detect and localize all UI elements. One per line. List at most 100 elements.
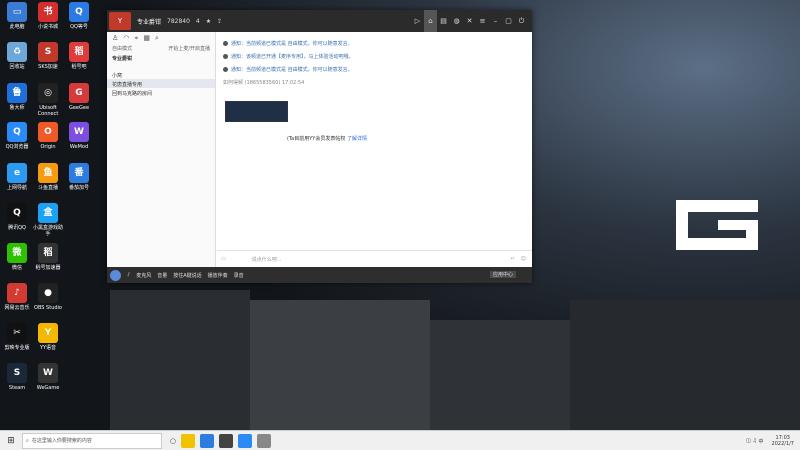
- maximize-icon[interactable]: ▢: [502, 17, 515, 25]
- emoji-icon[interactable]: ☺: [521, 256, 526, 262]
- channel-id: 782840: [167, 17, 190, 25]
- push-to-talk[interactable]: 按住A键说话: [173, 272, 201, 279]
- bottom-bar: ♪ 麦克风 音量 按住A键说话 播放伴奏 录音 应用中心: [107, 267, 532, 283]
- title-controls: ▷ ⌂ ▤ ◍ ✕ ≡ – ▢ ⏻: [411, 10, 528, 32]
- mic-icon[interactable]: 麦克风: [136, 272, 151, 279]
- desktop-icon[interactable]: Q QQ浏览器: [0, 122, 34, 150]
- desktop-icon[interactable]: ● OBS Studio: [31, 283, 65, 311]
- search-icon[interactable]: ⌕: [155, 34, 159, 43]
- desktop-icon-label: 微信: [11, 265, 22, 271]
- desktop-icon[interactable]: S Steam: [0, 363, 34, 391]
- desktop-icon[interactable]: Q 腾讯QQ: [0, 203, 34, 231]
- chat-input[interactable]: 说点什么吧...: [252, 256, 282, 263]
- ubisoft-connect-icon: ◎: [38, 83, 58, 103]
- desktop-icon[interactable]: 微微信: [0, 243, 34, 271]
- tree-item-root[interactable]: 专业爵钳: [107, 53, 215, 62]
- desktop-icon[interactable]: G GeeGee: [62, 83, 96, 111]
- shared-screenshot[interactable]: [225, 101, 288, 122]
- ime-indicator[interactable]: 中: [759, 438, 764, 445]
- origin-icon: O: [38, 122, 58, 142]
- app-center[interactable]: 应用中心: [489, 271, 516, 278]
- tree-item-xiaowo[interactable]: 小窝: [107, 70, 215, 79]
- desktop-icon[interactable]: Y YY语音: [31, 323, 65, 351]
- desktop-icon-label: 小黑盒游戏助手: [32, 225, 63, 237]
- task-view-icon[interactable]: ○: [170, 437, 176, 445]
- speaker-icon[interactable]: ♪: [127, 272, 130, 278]
- input-bar: ▭ 说点什么吧... ↵ ☺: [217, 250, 532, 267]
- obs-studio-icon: ●: [38, 283, 58, 303]
- start-mic-link[interactable]: 开始上麦/开启直播: [168, 45, 210, 52]
- taskbar-app-obs[interactable]: [219, 433, 234, 448]
- record-button[interactable]: 录音: [234, 272, 244, 279]
- desktop-icon[interactable]: ▭ 此电脑: [0, 2, 34, 30]
- volume-icon[interactable]: ♫: [752, 438, 756, 444]
- taskbar-app-yy[interactable]: [181, 433, 196, 448]
- avatar[interactable]: [110, 269, 121, 281]
- desktop-icon[interactable]: 鲁鲁大师: [0, 83, 34, 111]
- headset-icon[interactable]: ◠: [123, 34, 129, 42]
- tools-icon[interactable]: ✕: [463, 17, 476, 25]
- info-icon: [223, 41, 228, 46]
- taskbar-app-window[interactable]: [257, 433, 272, 448]
- mode-label: 自由模式: [112, 46, 133, 52]
- video-icon[interactable]: ▷: [411, 17, 424, 25]
- desktop-icon[interactable]: W WeMod: [62, 122, 96, 150]
- user-icon[interactable]: ♙: [112, 34, 118, 42]
- tree-item-room[interactable]: 回到马克路的房间: [107, 88, 215, 97]
- system-tray: ◫ ♫ 中 17:03 2022/1/7: [746, 431, 794, 450]
- desktop-icon[interactable]: Q QQ等号: [62, 2, 96, 30]
- desktop-icon-label: 斗鱼直播: [37, 185, 58, 191]
- desktop-icon[interactable]: 番番茄加号: [62, 163, 96, 191]
- desktop-icon-label: QQ等号: [70, 24, 88, 30]
- chat-message: 通知：当前频道已模式是 自由模式，你可以随意发言。: [217, 64, 532, 77]
- taskbar-search[interactable]: ⌕ 在这里输入你要搜索的内容: [22, 432, 162, 449]
- desktop-icon[interactable]: ✂ 剪映专业版: [0, 323, 34, 351]
- 鲁大师-icon: 鲁: [7, 83, 27, 103]
- send-icon[interactable]: ↵: [511, 256, 515, 262]
- share-icon[interactable]: ⇪: [217, 18, 222, 25]
- star-icon[interactable]: ★: [206, 18, 211, 25]
- sks加速-icon: S: [38, 42, 58, 62]
- grid-icon[interactable]: ▦: [143, 34, 150, 42]
- chat-message: 通知：该频道已开通【麦序专用】，马上体验活动吧哦。: [217, 51, 532, 64]
- power-icon[interactable]: ⏻: [515, 17, 528, 26]
- geegee-icon: G: [69, 83, 89, 103]
- start-icon[interactable]: ⊞: [0, 436, 22, 446]
- 此电脑-icon: ▭: [7, 2, 27, 22]
- taskbar-app-edge[interactable]: [200, 433, 215, 448]
- desktop-icon[interactable]: ♻ 回收站: [0, 42, 34, 70]
- desktop-icon[interactable]: ♪ 网易云音乐: [0, 283, 34, 311]
- game-icon[interactable]: ◍: [450, 17, 463, 25]
- desktop-icon[interactable]: e 上网导航: [0, 163, 34, 191]
- home-icon[interactable]: ⌂: [424, 10, 437, 32]
- sender-line: 如何得频 (1865583560) 17:02:54: [223, 80, 305, 86]
- desktop-icon[interactable]: 稻稻号加速器: [31, 243, 65, 271]
- desktop-icon[interactable]: 书小说书城: [31, 2, 65, 30]
- menu-icon[interactable]: ≡: [476, 17, 489, 25]
- tree-item-live[interactable]: 花唐直播专用: [107, 79, 215, 88]
- volume-control[interactable]: 音量: [157, 272, 167, 279]
- clock[interactable]: 17:03 2022/1/7: [772, 435, 794, 447]
- desktop-icon-label: WeGame: [36, 385, 60, 391]
- member-count: 4: [195, 17, 200, 25]
- desktop-icon[interactable]: O Origin: [31, 122, 65, 150]
- desktop-icon[interactable]: W WeGame: [31, 363, 65, 391]
- taskbar-app-qq[interactable]: [238, 433, 253, 448]
- gamepad-icon[interactable]: ▭: [221, 256, 226, 262]
- desktop-icon[interactable]: 盒小黑盒游戏助手: [31, 203, 65, 237]
- network-icon[interactable]: ◫: [746, 438, 751, 444]
- desktop-icon[interactable]: S SKS加速: [31, 42, 65, 70]
- desktop-icon[interactable]: ◎ Ubisoft Connect: [31, 83, 65, 117]
- wemod-icon: W: [69, 122, 89, 142]
- vip-link[interactable]: 了解详情: [347, 136, 367, 142]
- minimize-icon[interactable]: –: [489, 17, 502, 25]
- play-music[interactable]: 播放伴奏: [208, 272, 228, 279]
- location-icon[interactable]: ⌖: [134, 34, 138, 43]
- 微信-icon: 微: [7, 243, 27, 263]
- desktop-icon[interactable]: 稻稻号吧: [62, 42, 96, 70]
- desktop-icon[interactable]: 鱼斗鱼直播: [31, 163, 65, 191]
- desktop-icon-label: OBS Studio: [34, 305, 62, 311]
- desktop-icon-label: WeMod: [69, 144, 89, 150]
- desktop-icon-label: YY语音: [39, 345, 57, 351]
- list-icon[interactable]: ▤: [437, 17, 450, 25]
